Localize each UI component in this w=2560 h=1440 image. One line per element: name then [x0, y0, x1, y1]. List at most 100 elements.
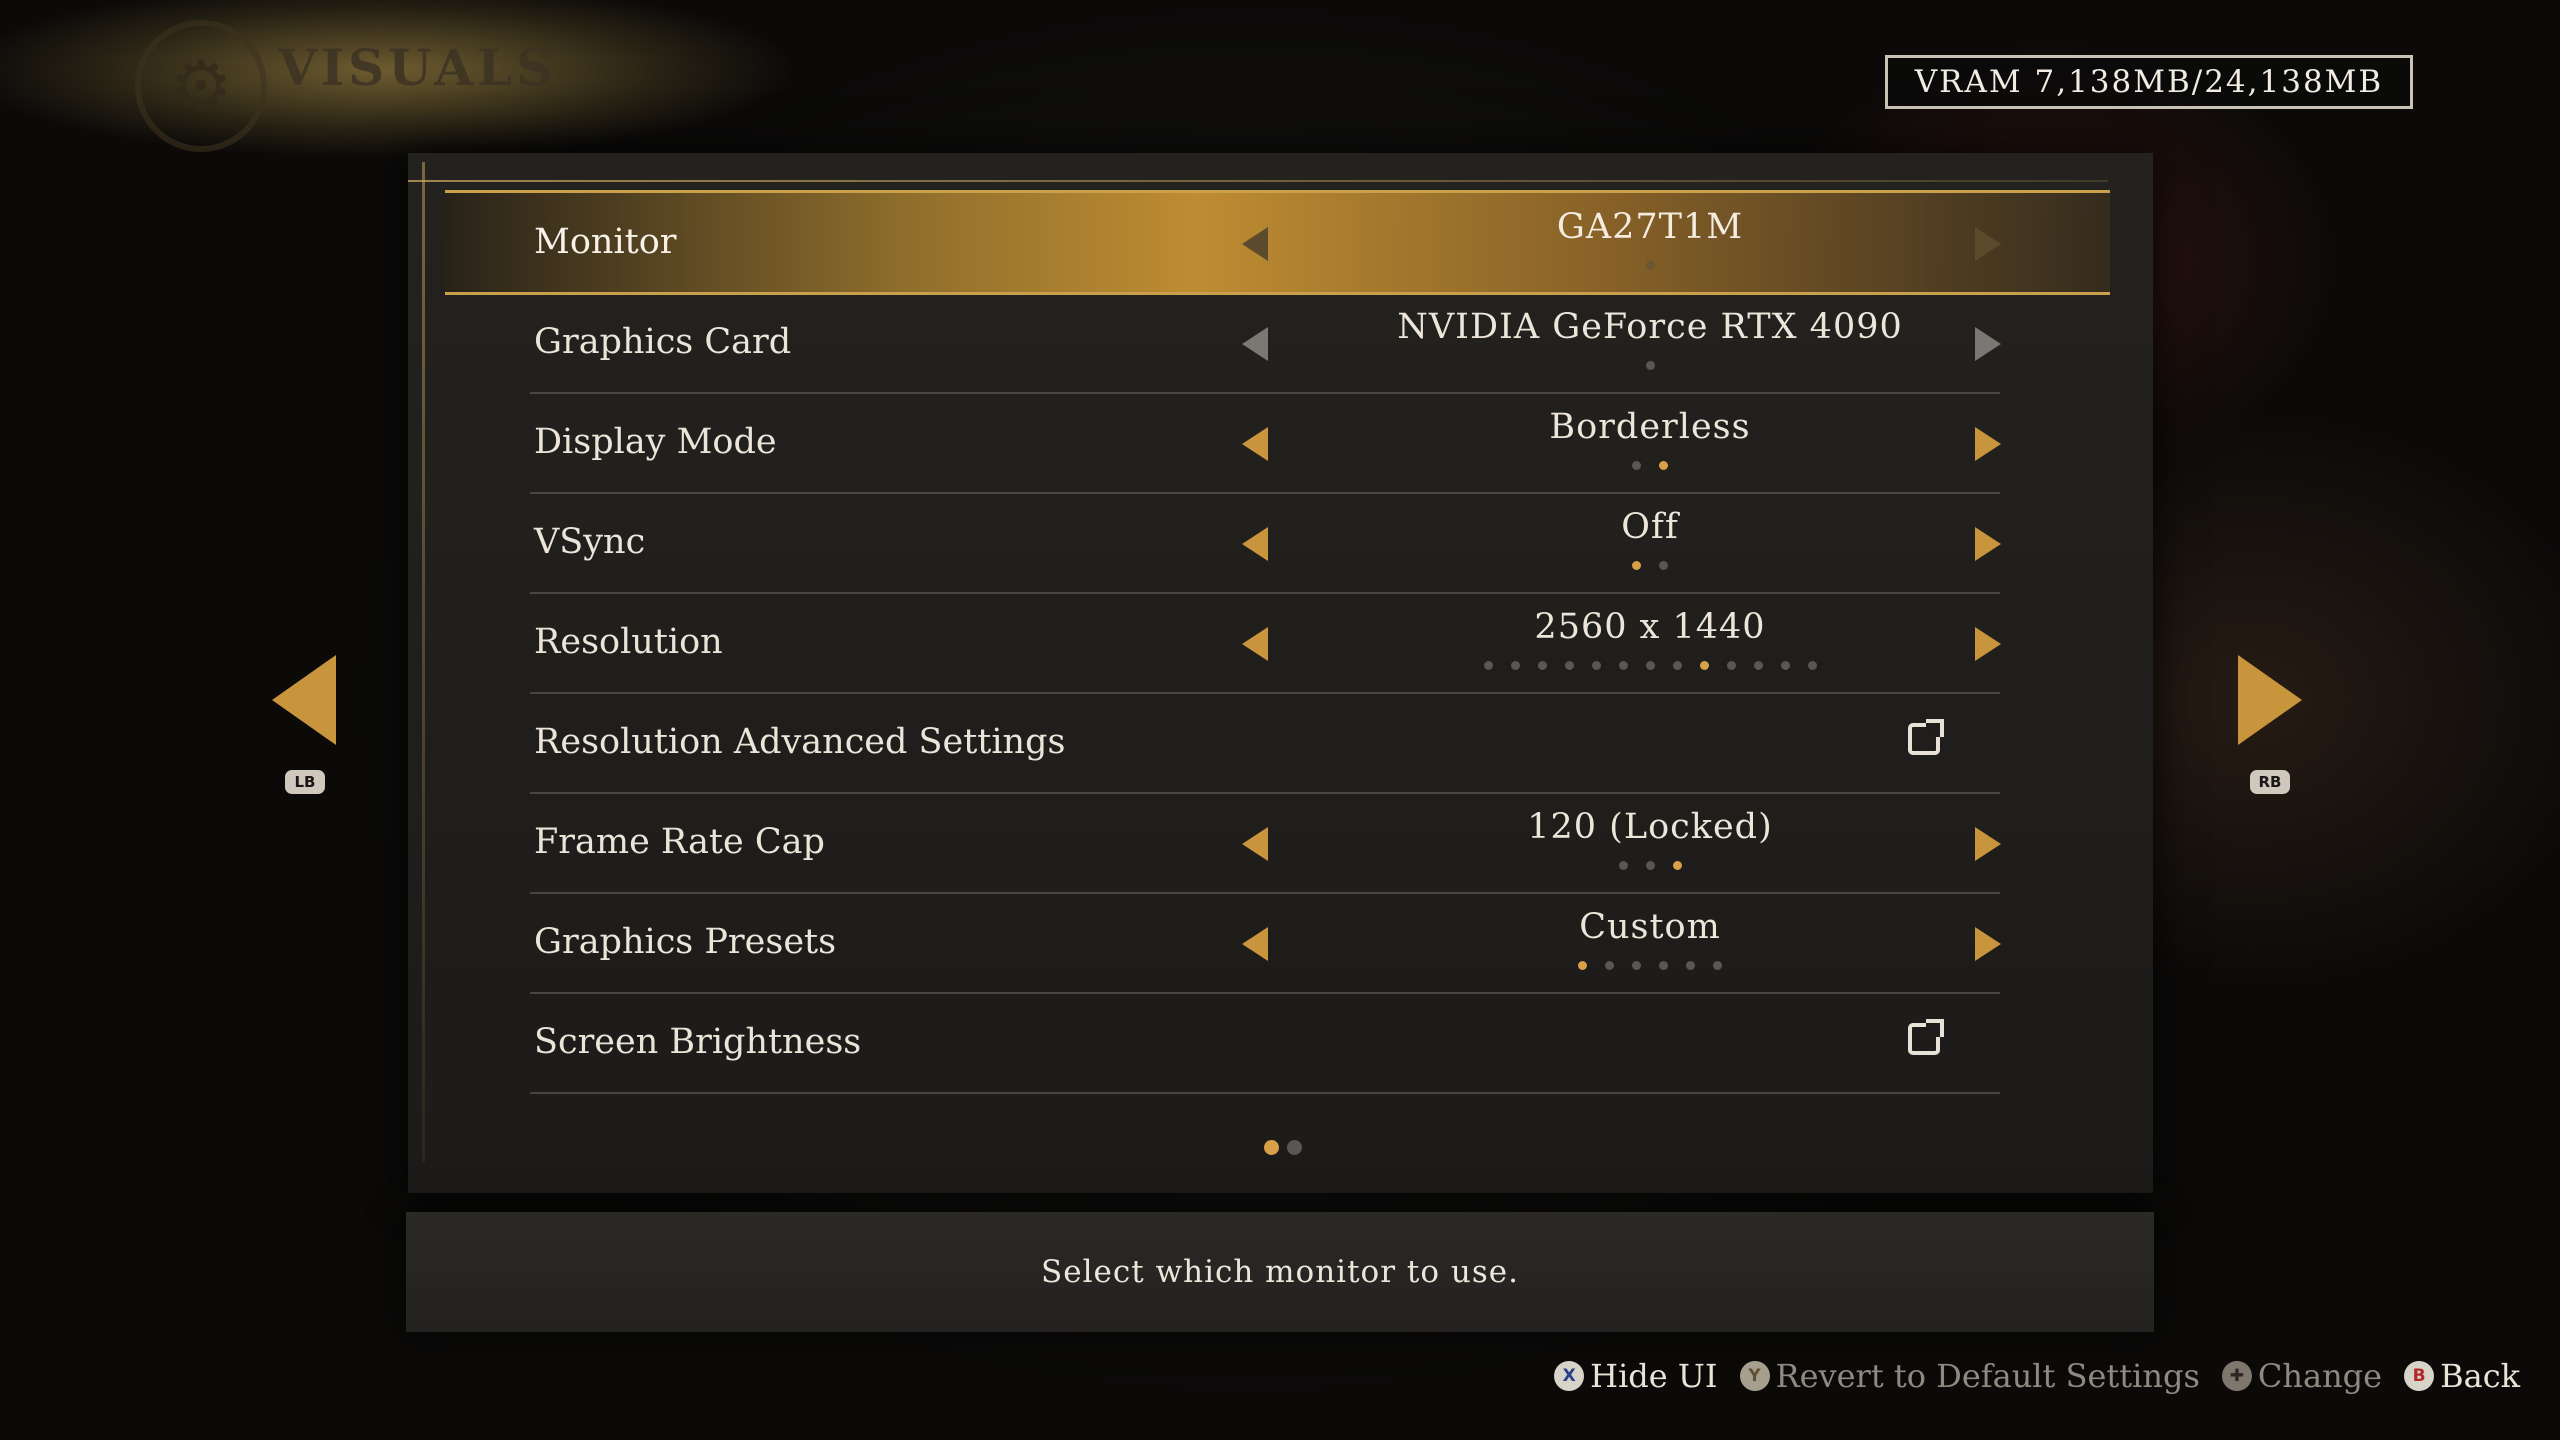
setting-row-graphics-presets[interactable]: Graphics Presets Custom [530, 893, 2001, 994]
option-dot [1726, 661, 1736, 670]
option-dots [1380, 261, 1920, 270]
option-dots [1380, 661, 1920, 670]
option-dot [1659, 461, 1668, 470]
hint-hide-ui[interactable]: X Hide UI [1554, 1357, 1718, 1395]
external-link-icon[interactable] [1908, 1019, 1944, 1055]
option-dot [1807, 661, 1817, 670]
option-dot [1632, 461, 1641, 470]
option-dot [1483, 661, 1493, 670]
chevron-right-icon[interactable] [1975, 427, 2001, 461]
b-button-icon: B [2404, 1361, 2435, 1391]
chevron-left-icon[interactable] [1242, 627, 1268, 661]
chevron-left-icon[interactable] [1242, 927, 1268, 961]
option-dot [1672, 661, 1682, 670]
setting-row-screen-brightness[interactable]: Screen Brightness [530, 993, 2000, 1094]
option-dot [1632, 561, 1641, 570]
setting-value: NVIDIA GeForce RTX 4090 [1397, 307, 1903, 347]
chevron-right-icon[interactable] [1975, 827, 2001, 861]
option-dot [1686, 961, 1695, 970]
gear-icon: ⚙ [135, 20, 267, 152]
setting-row-monitor[interactable]: Monitor GA27T1M [445, 190, 2110, 295]
option-dot [1780, 661, 1790, 670]
external-link-icon[interactable] [1908, 719, 1944, 755]
option-dot [1699, 661, 1709, 670]
setting-value: 120 (Locked) [1527, 807, 1773, 847]
setting-label: Resolution [534, 622, 723, 662]
option-dot [1618, 861, 1628, 870]
setting-label: Monitor [534, 222, 677, 262]
option-dot [1537, 661, 1547, 670]
chevron-left-icon[interactable] [1242, 227, 1268, 261]
option-dot [1605, 961, 1614, 970]
panel-edge-decoration [422, 162, 425, 1162]
dpad-icon: ✚ [2221, 1361, 2252, 1391]
option-dot [1578, 961, 1587, 970]
chevron-right-icon[interactable] [1975, 227, 2001, 261]
option-dot [1672, 861, 1682, 870]
page-title: VISUALS [278, 38, 557, 97]
option-dot [1713, 961, 1722, 970]
y-button-icon: Y [1739, 1361, 1770, 1391]
setting-label: Graphics Card [534, 322, 792, 362]
setting-row-display-mode[interactable]: Display Mode Borderless [530, 393, 2001, 494]
option-dots [1380, 861, 1920, 870]
footer-hints: X Hide UI Y Revert to Default Settings ✚ Chan… [1554, 1357, 2520, 1395]
option-dot [1632, 961, 1641, 970]
option-dot [1645, 261, 1655, 270]
setting-label: Screen Brightness [534, 1022, 862, 1062]
description-text: Select which monitor to use. [1041, 1254, 1519, 1290]
option-dots [1380, 361, 1920, 370]
prev-category-chevron-left-icon[interactable] [272, 655, 336, 745]
setting-value: Custom [1579, 907, 1721, 947]
setting-label: VSync [534, 522, 646, 562]
option-dot [1659, 561, 1668, 570]
setting-row-vsync[interactable]: VSync Off [530, 493, 2001, 594]
option-dot [1645, 861, 1655, 870]
page-dot[interactable] [1287, 1140, 1302, 1155]
hint-label: Revert to Default Settings [1775, 1357, 2200, 1395]
chevron-left-icon[interactable] [1242, 327, 1268, 361]
hint-label: Hide UI [1590, 1357, 1718, 1395]
option-dot [1564, 661, 1574, 670]
hint-back[interactable]: B Back [2404, 1357, 2520, 1395]
setting-label: Resolution Advanced Settings [534, 722, 1066, 762]
hint-change[interactable]: ✚ Change [2221, 1357, 2383, 1395]
option-dot [1510, 661, 1520, 670]
setting-row-resolution[interactable]: Resolution 2560 x 1440 [530, 593, 2001, 694]
chevron-left-icon[interactable] [1242, 527, 1268, 561]
option-dot [1753, 661, 1763, 670]
chevron-right-icon[interactable] [1975, 527, 2001, 561]
option-dot [1591, 661, 1601, 670]
option-dot [1645, 661, 1655, 670]
lb-bumper-badge: LB [285, 770, 325, 794]
setting-row-resolution-advanced-settings[interactable]: Resolution Advanced Settings [530, 693, 2000, 794]
chevron-left-icon[interactable] [1242, 427, 1268, 461]
rb-bumper-badge: RB [2250, 770, 2290, 794]
option-dot [1659, 961, 1668, 970]
chevron-right-icon[interactable] [1975, 627, 2001, 661]
chevron-right-icon[interactable] [1975, 327, 2001, 361]
setting-label: Graphics Presets [534, 922, 837, 962]
option-dots [1380, 961, 1920, 970]
hint-label: Back [2440, 1357, 2520, 1395]
page-indicator [1260, 1140, 1306, 1155]
description-box: Select which monitor to use. [406, 1212, 2154, 1332]
setting-label: Display Mode [534, 422, 777, 462]
option-dot [1618, 661, 1628, 670]
hint-label: Change [2257, 1357, 2383, 1395]
hint-revert-to-default-settings[interactable]: Y Revert to Default Settings [1739, 1357, 2200, 1395]
setting-row-graphics-card[interactable]: Graphics Card NVIDIA GeForce RTX 4090 [530, 293, 2001, 394]
page-dot[interactable] [1264, 1140, 1279, 1155]
option-dots [1380, 561, 1920, 570]
x-button-icon: X [1554, 1361, 1585, 1391]
setting-value: GA27T1M [1556, 207, 1744, 247]
setting-label: Frame Rate Cap [534, 822, 825, 862]
option-dot [1645, 361, 1655, 370]
vram-indicator: VRAM 7,138MB/24,138MB [1885, 55, 2413, 109]
chevron-right-icon[interactable] [1975, 927, 2001, 961]
setting-row-frame-rate-cap[interactable]: Frame Rate Cap 120 (Locked) [530, 793, 2001, 894]
next-category-chevron-right-icon[interactable] [2238, 655, 2302, 745]
setting-value: 2560 x 1440 [1534, 607, 1766, 647]
chevron-left-icon[interactable] [1242, 827, 1268, 861]
panel-top-divider [408, 180, 2108, 182]
